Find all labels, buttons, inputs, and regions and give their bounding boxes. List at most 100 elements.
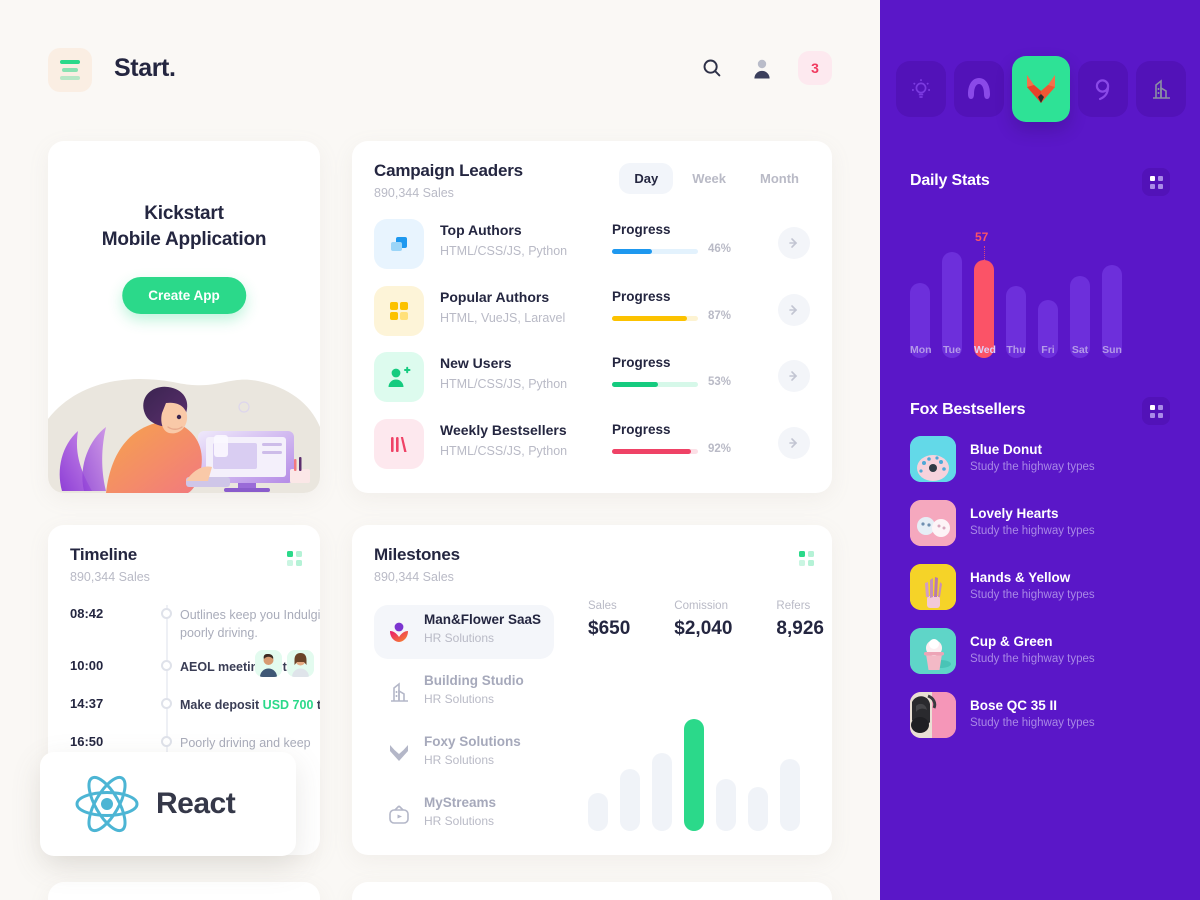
bottom-card-left [48, 882, 320, 900]
timeline-header: Timeline 890,344 Sales [70, 545, 150, 584]
milestone-row[interactable]: MyStreams HR Solutions [374, 793, 574, 837]
milestone-sub: HR Solutions [424, 631, 495, 645]
tv-play-icon [384, 799, 414, 829]
bestseller-name: Cup & Green [970, 634, 1053, 649]
tab-month[interactable]: Month [745, 163, 814, 194]
daily-stats-bar [942, 251, 962, 358]
milestone-stat-value: $650 [588, 618, 631, 639]
milestone-stat-label: Sales [588, 600, 617, 612]
campaign-progress-label: Progress [612, 355, 671, 370]
campaign-row-tags: HTML/CSS/JS, Python [440, 377, 568, 391]
tab-week[interactable]: Week [677, 163, 741, 194]
campaign-row[interactable]: New Users HTML/CSS/JS, Python Progress 5… [374, 352, 810, 404]
search-icon[interactable] [698, 54, 726, 82]
bestseller-name: Bose QC 35 II [970, 698, 1058, 713]
grid-dots-icon[interactable] [799, 551, 814, 566]
milestone-name: Foxy Solutions [424, 734, 521, 749]
campaign-row-tags: HTML, VueJS, Laravel [440, 310, 566, 325]
timeline-avatars [255, 650, 314, 677]
milestones-header: Milestones 890,344 Sales [374, 545, 460, 584]
bestseller-row[interactable]: Blue Donut Study the highway types [910, 436, 1170, 482]
grid-squares-icon [374, 285, 424, 336]
logo-line [60, 60, 80, 64]
milestone-name: MyStreams [424, 795, 497, 810]
milestone-chart-bar [716, 779, 736, 831]
campaign-period-tabs: Day Week Month [619, 163, 814, 194]
timeline-dot [161, 660, 172, 671]
timeline-dot [161, 608, 172, 619]
campaign-row[interactable]: Weekly Bestsellers HTML/CSS/JS, Python P… [374, 418, 810, 471]
bestseller-row[interactable]: Lovely Hearts Study the highway types [910, 500, 1170, 546]
milestones-subtitle: 890,344 Sales [374, 570, 454, 584]
bestseller-row[interactable]: Bose QC 35 II Study the highway types [910, 692, 1170, 738]
milestone-chart-bar [620, 769, 640, 831]
daily-stats-label: Thu [1006, 344, 1026, 356]
bottom-card-right [352, 882, 832, 900]
timeline-time: 10:00 [70, 658, 104, 673]
timeline-subtitle: 890,344 Sales [70, 570, 150, 584]
grid-dots-icon[interactable] [287, 551, 302, 566]
avatar [255, 650, 282, 677]
chevron-right-icon[interactable] [778, 426, 810, 459]
chevron-right-icon[interactable] [778, 293, 810, 326]
react-label: React [156, 787, 236, 820]
app-header: Start. 3 [48, 48, 832, 94]
product-thumbnail [910, 692, 956, 738]
react-atom-icon [75, 775, 139, 833]
building-icon[interactable] [1136, 61, 1186, 117]
app-icon-row [896, 56, 1186, 122]
bestseller-row[interactable]: Hands & Yellow Study the highway types [910, 564, 1170, 610]
progress-bar [612, 315, 698, 321]
grid-dots-icon[interactable] [1142, 168, 1170, 196]
bestseller-sub: Study the highway types [970, 653, 1095, 665]
timeline-dot [161, 736, 172, 747]
milestone-name: Man&Flower SaaS [424, 612, 542, 627]
product-thumbnail [910, 500, 956, 546]
lightbulb-icon[interactable] [896, 61, 946, 117]
campaign-row[interactable]: Popular Authors HTML, VueJS, Laravel Pro… [374, 285, 810, 338]
timeline-text: Outlines keep you Indulging in poorly dr… [180, 608, 320, 641]
campaign-title: Campaign Leaders [374, 161, 523, 180]
daily-stats-bar-chart [910, 238, 1140, 358]
timeline-time: 08:42 [70, 606, 104, 621]
milestone-row[interactable]: Building Studio HR Solutions [374, 671, 574, 715]
user-avatar-icon[interactable] [748, 54, 776, 82]
campaign-progress-label: Progress [612, 288, 671, 304]
logo-line [60, 76, 80, 80]
building-icon [384, 677, 414, 707]
milestone-stat: Comission $2,040 [674, 600, 732, 640]
milestone-stat-label: Comission [674, 600, 728, 612]
chevron-right-icon[interactable] [778, 360, 810, 392]
milestone-chart-bar [780, 759, 800, 831]
campaign-progress-label: Progress [612, 421, 671, 437]
milestone-row[interactable]: Foxy Solutions HR Solutions [374, 732, 574, 776]
campaign-header: Campaign Leaders 890,344 Sales [374, 161, 523, 200]
tab-day[interactable]: Day [619, 163, 674, 194]
bestseller-row[interactable]: Cup & Green Study the highway types [910, 628, 1170, 674]
milestones-card: Milestones 890,344 Sales Man&Flower SaaS… [352, 525, 832, 855]
angular-arch-icon[interactable] [954, 61, 1004, 117]
milestone-chart-bar [652, 753, 672, 831]
flower-logo-icon [384, 616, 414, 646]
campaign-leaders-card: Campaign Leaders 890,344 Sales Day Week … [352, 141, 832, 493]
timeline-title: Timeline [70, 545, 138, 564]
bestseller-name: Blue Donut [970, 442, 1042, 457]
chevron-right-icon[interactable] [778, 227, 810, 259]
campaign-row-tags: HTML/CSS/JS, Python [440, 244, 568, 258]
milestone-chart-bar [684, 719, 704, 831]
milestone-row[interactable]: Man&Flower SaaS HR Solutions [374, 610, 574, 654]
product-thumbnail [910, 628, 956, 674]
number-nine-icon[interactable] [1078, 61, 1128, 117]
daily-stats-label: Sun [1102, 344, 1122, 356]
campaign-row-name: New Users [440, 355, 512, 371]
campaign-row[interactable]: Top Authors HTML/CSS/JS, Python Progress… [374, 219, 810, 271]
milestone-stat: Sales $650 [588, 600, 630, 640]
react-badge-card[interactable]: React [40, 752, 296, 856]
grid-dots-icon[interactable] [1142, 397, 1170, 425]
hamburger-menu-icon[interactable] [48, 48, 92, 92]
notification-badge[interactable]: 3 [798, 51, 832, 85]
campaign-row-name: Weekly Bestsellers [440, 421, 567, 438]
gitlab-fox-icon[interactable] [1012, 56, 1070, 122]
campaign-subtitle: 890,344 Sales [374, 186, 454, 200]
create-app-button[interactable]: Create App [122, 277, 246, 314]
